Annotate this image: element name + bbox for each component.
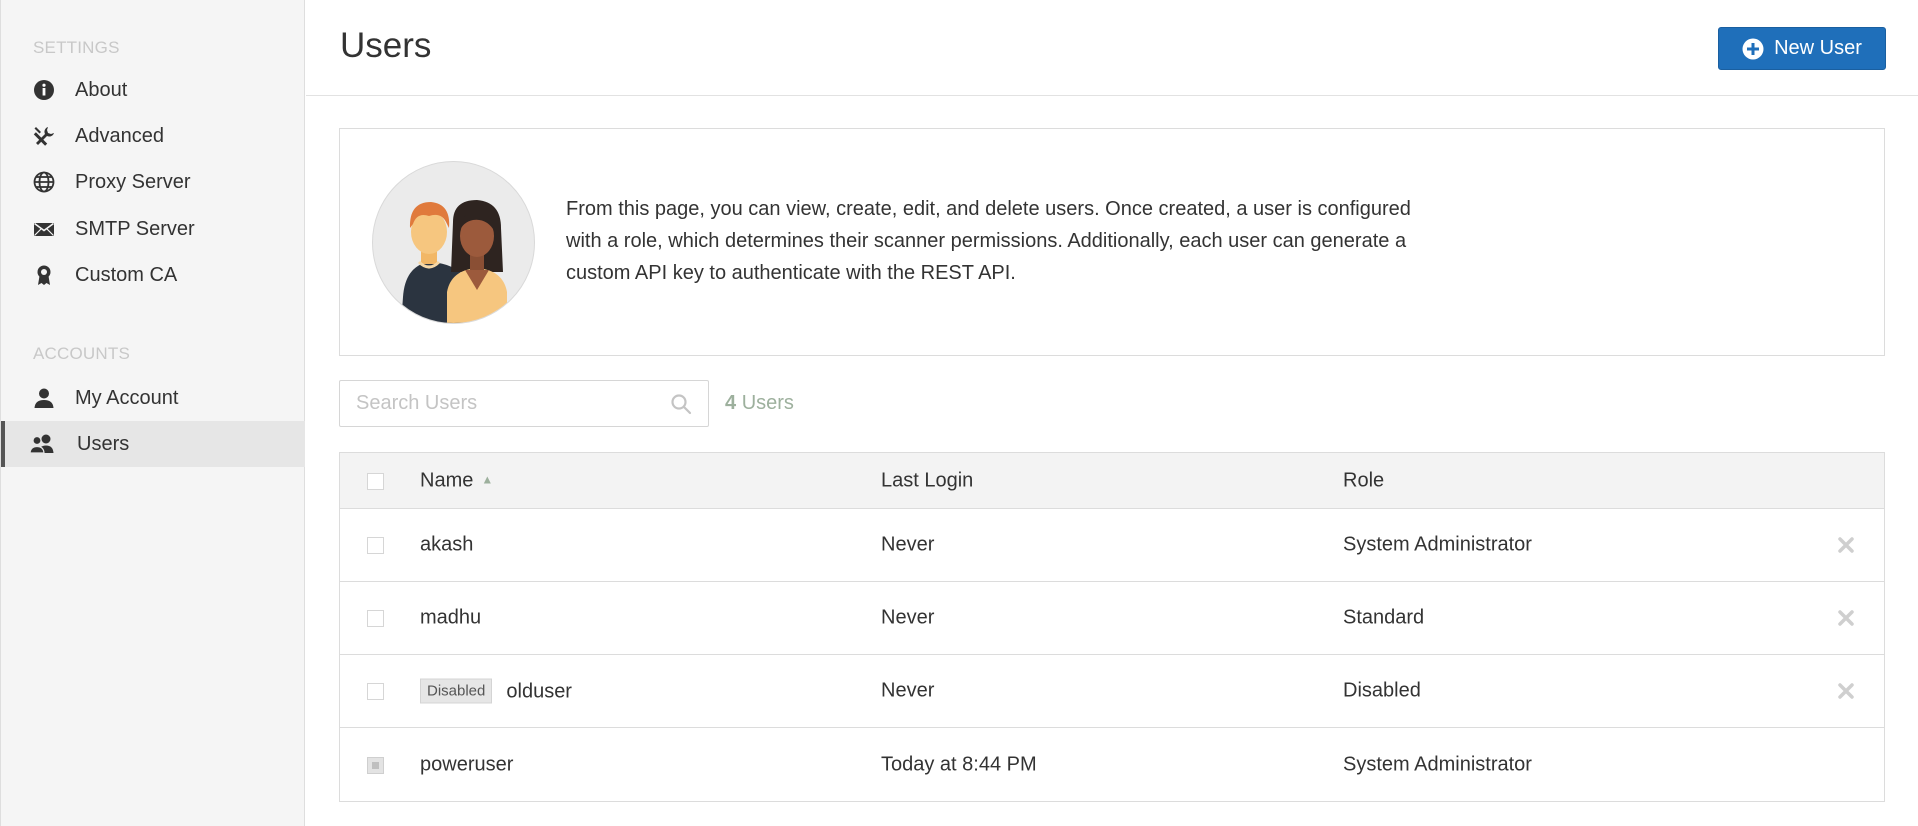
sidebar-item-label: My Account — [75, 386, 179, 409]
globe-icon — [33, 171, 55, 193]
users-icon — [29, 433, 57, 455]
table-row[interactable]: madhu Never Standard — [340, 582, 1884, 655]
sidebar-item-my-account[interactable]: My Account — [1, 375, 305, 421]
sidebar-item-about[interactable]: About — [1, 67, 305, 113]
accounts-section-heading: ACCOUNTS — [33, 344, 130, 363]
user-role: Standard — [1343, 606, 1425, 629]
search-icon[interactable] — [670, 393, 692, 415]
sidebar-item-label: SMTP Server — [75, 217, 195, 240]
column-header-name[interactable]: Name ▲ — [420, 469, 493, 492]
row-checkbox[interactable] — [367, 537, 384, 554]
user-name: olduser — [506, 680, 572, 703]
info-panel: From this page, you can view, create, ed… — [339, 128, 1885, 356]
tools-icon — [33, 125, 55, 147]
delete-icon[interactable] — [1836, 608, 1856, 628]
sidebar: SETTINGS About Advanced Proxy Server SMT… — [0, 0, 305, 826]
user-count-label: Users — [741, 392, 794, 414]
new-user-button[interactable]: New User — [1718, 27, 1886, 70]
last-login: Today at 8:44 PM — [881, 753, 1037, 775]
row-checkbox[interactable] — [367, 610, 384, 627]
user-role: Disabled — [1343, 679, 1421, 702]
sidebar-item-custom-ca[interactable]: Custom CA — [1, 252, 305, 298]
table-header-row: Name ▲ Last Login Role — [340, 453, 1884, 509]
table-row[interactable]: akash Never System Administrator — [340, 509, 1884, 582]
column-header-last-login[interactable]: Last Login — [881, 469, 973, 492]
last-login: Never — [881, 679, 935, 702]
table-row[interactable]: poweruser Today at 8:44 PM System Admini… — [340, 728, 1884, 801]
plus-circle-icon — [1742, 38, 1764, 60]
delete-icon[interactable] — [1836, 681, 1856, 701]
row-checkbox-disabled — [367, 756, 384, 774]
sidebar-item-proxy-server[interactable]: Proxy Server — [1, 159, 305, 205]
sort-ascending-icon: ▲ — [481, 472, 494, 486]
user-name: madhu — [420, 606, 482, 629]
user-name: akash — [420, 533, 474, 556]
status-badge: Disabled — [420, 678, 493, 704]
user-name-cell: Disabled olduser — [420, 678, 572, 704]
page-title: Users — [340, 26, 432, 65]
user-name: poweruser — [420, 753, 514, 775]
sidebar-item-label: Custom CA — [75, 263, 178, 286]
select-all-checkbox[interactable] — [367, 472, 384, 490]
settings-section-heading: SETTINGS — [33, 38, 120, 57]
sidebar-item-users[interactable]: Users — [1, 421, 305, 467]
users-illustration — [372, 161, 535, 324]
column-header-role[interactable]: Role — [1343, 469, 1384, 492]
sidebar-item-smtp-server[interactable]: SMTP Server — [1, 206, 305, 252]
envelope-icon — [33, 218, 55, 240]
sidebar-item-label: About — [75, 78, 128, 101]
user-count-number: 4 — [725, 392, 737, 414]
search-box — [339, 380, 709, 427]
page-header: Users New User — [306, 0, 1918, 96]
sidebar-item-advanced[interactable]: Advanced — [1, 113, 305, 159]
sidebar-item-label: Proxy Server — [75, 170, 191, 193]
users-table: Name ▲ Last Login Role akash Never System… — [339, 452, 1885, 802]
delete-icon[interactable] — [1836, 535, 1856, 555]
table-row[interactable]: Disabled olduser Never Disabled — [340, 655, 1884, 728]
info-icon — [33, 79, 55, 101]
sidebar-item-label: Advanced — [75, 124, 164, 147]
certificate-icon — [33, 264, 55, 286]
search-input[interactable] — [340, 381, 650, 426]
new-user-button-label: New User — [1774, 37, 1862, 59]
user-icon — [33, 387, 55, 409]
user-role: System Administrator — [1343, 533, 1532, 556]
last-login: Never — [881, 606, 935, 629]
info-description: From this page, you can view, create, ed… — [566, 198, 1411, 284]
user-role: System Administrator — [1343, 753, 1532, 775]
user-count: 4 Users — [725, 392, 794, 415]
row-checkbox[interactable] — [367, 683, 384, 700]
sidebar-item-label: Users — [77, 432, 130, 455]
last-login: Never — [881, 533, 935, 556]
